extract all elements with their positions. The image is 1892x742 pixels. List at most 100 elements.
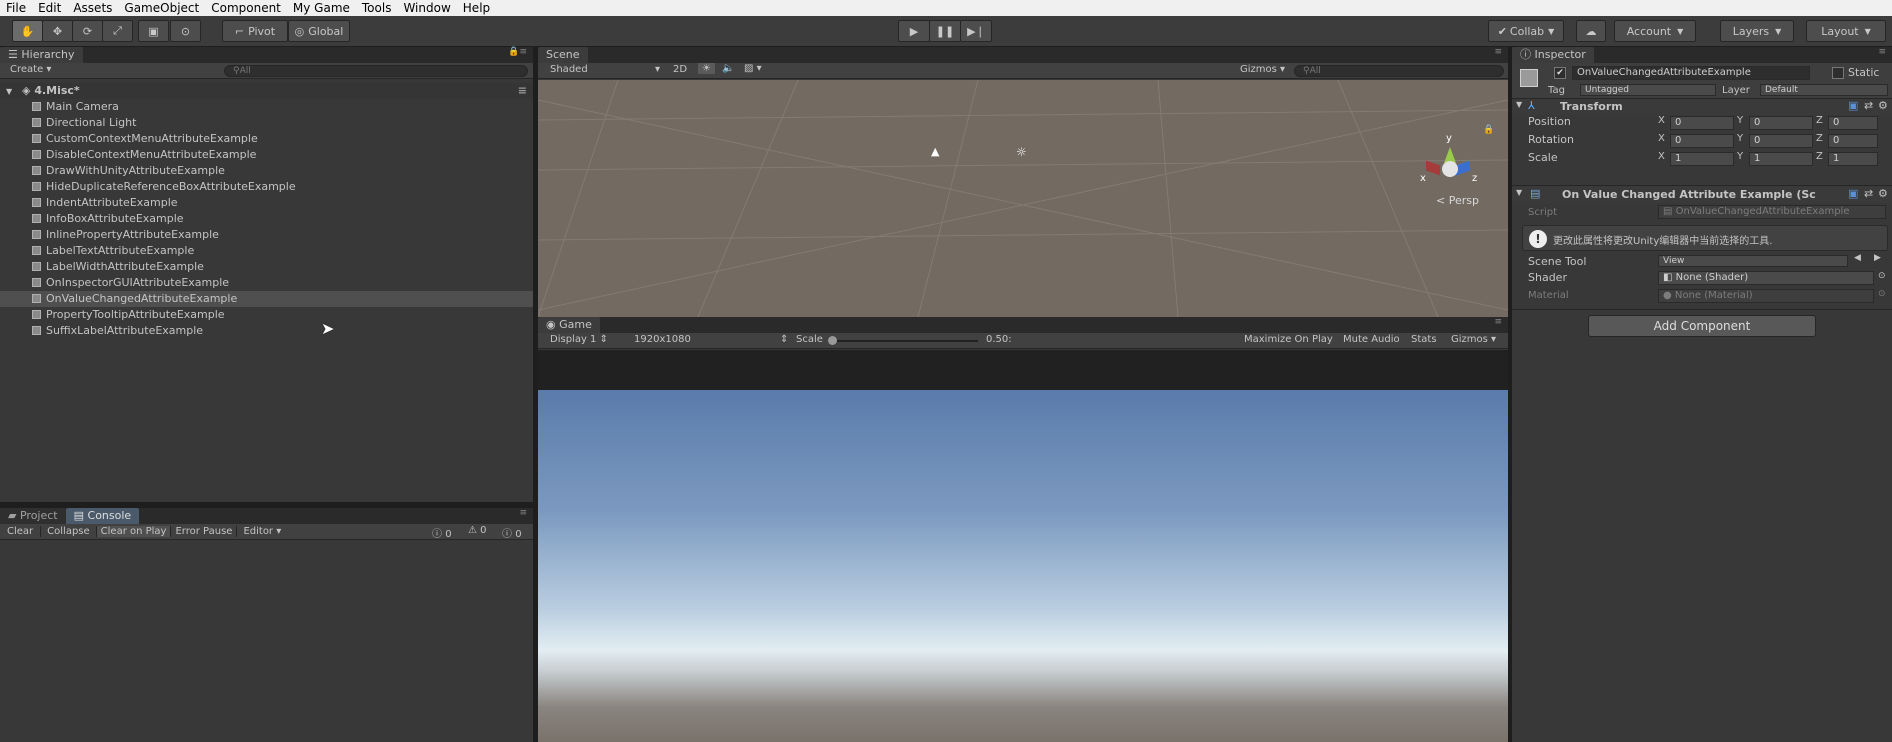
rotation-y-field[interactable]: 0 — [1749, 134, 1813, 148]
play-button[interactable]: ▶ — [898, 20, 930, 42]
collapse-button[interactable]: Collapse — [41, 526, 97, 537]
light-gizmo-icon[interactable]: ☼ — [1016, 145, 1027, 159]
hierarchy-row[interactable]: PropertyTooltipAttributeExample — [0, 307, 533, 323]
shader-field[interactable]: ◧ None (Shader) — [1658, 271, 1874, 285]
move-tool-button[interactable]: ✥ — [42, 20, 73, 42]
layer-dropdown[interactable]: Default — [1760, 84, 1888, 96]
clear-button[interactable]: Clear — [0, 526, 42, 537]
preset-icon[interactable]: ⇄ — [1864, 99, 1873, 112]
menu-edit[interactable]: Edit — [32, 0, 67, 16]
arrow-left-icon[interactable]: ◀ — [1854, 253, 1861, 263]
scale-z-field[interactable]: 1 — [1828, 152, 1878, 166]
hierarchy-row[interactable]: Directional Light — [0, 115, 533, 131]
object-picker-icon[interactable]: ⊙ — [1878, 271, 1886, 281]
scale-tool-button[interactable]: ⤢ — [102, 20, 133, 42]
tag-dropdown[interactable]: Untagged — [1580, 84, 1716, 96]
collab-dropdown[interactable]: ✔ Collab ▼ — [1488, 20, 1564, 42]
global-toggle[interactable]: ◎ Global — [288, 20, 350, 42]
menu-file[interactable]: File — [0, 0, 32, 16]
menu-window[interactable]: Window — [397, 0, 456, 16]
component-header[interactable]: ▼ ▤ On Value Changed Attribute Example (… — [1512, 185, 1892, 203]
scale-x-field[interactable]: 1 — [1670, 152, 1734, 166]
tab-project[interactable]: ▰ Project — [0, 508, 66, 524]
layers-dropdown[interactable]: Layers ▼ — [1720, 20, 1794, 42]
error-count-toggle[interactable]: ⓘ 0 — [432, 525, 452, 540]
hierarchy-row[interactable]: OnInspectorGUIAttributeExample — [0, 275, 533, 291]
menu-assets[interactable]: Assets — [67, 0, 118, 16]
scale-slider-track[interactable] — [828, 340, 978, 342]
transform-header[interactable]: ▼ ⅄ Transform ▣ ⇄ ⚙ — [1512, 99, 1892, 115]
maximize-on-play-toggle[interactable]: Maximize On Play — [1244, 334, 1333, 345]
hierarchy-row[interactable]: SuffixLabelAttributeExample — [0, 323, 533, 339]
rotation-x-field[interactable]: 0 — [1670, 134, 1734, 148]
tab-console[interactable]: ▤ Console — [65, 508, 140, 524]
hierarchy-row[interactable]: LabelTextAttributeExample — [0, 243, 533, 259]
scene-viewport[interactable] — [538, 80, 1508, 317]
gear-icon[interactable]: ⚙ — [1878, 187, 1888, 200]
hierarchy-row[interactable]: Main Camera — [0, 99, 533, 115]
position-y-field[interactable]: 0 — [1749, 116, 1813, 130]
arrow-right-icon[interactable]: ▶ — [1874, 253, 1881, 263]
panel-menu-icon[interactable]: ≡ — [1494, 317, 1502, 327]
hierarchy-row[interactable]: HideDuplicateReferenceBoxAttributeExampl… — [0, 179, 533, 195]
lighting-toggle[interactable]: ☀ — [698, 63, 715, 74]
rect-tool-button[interactable]: ▣ — [138, 20, 169, 42]
hierarchy-search-input[interactable]: ⚲All — [224, 65, 528, 77]
warning-count-toggle[interactable]: ⚠ 0 — [468, 525, 487, 536]
effects-dropdown[interactable]: ▨ ▾ — [744, 63, 762, 74]
menu-my-game[interactable]: My Game — [287, 0, 356, 16]
log-count-toggle[interactable]: ⓘ 0 — [502, 525, 522, 540]
hierarchy-row[interactable]: CustomContextMenuAttributeExample — [0, 131, 533, 147]
hierarchy-row[interactable]: DisableContextMenuAttributeExample — [0, 147, 533, 163]
layout-dropdown[interactable]: Layout ▼ — [1806, 20, 1886, 42]
editor-dropdown[interactable]: Editor ▾ — [237, 526, 287, 537]
hierarchy-row[interactable]: InfoBoxAttributeExample — [0, 211, 533, 227]
menu-help[interactable]: Help — [457, 0, 496, 16]
stats-toggle[interactable]: Stats — [1411, 334, 1437, 345]
2d-toggle[interactable]: 2D — [673, 64, 687, 75]
shading-dropdown[interactable]: Shaded — [550, 64, 588, 75]
menu-tools[interactable]: Tools — [356, 0, 398, 16]
hierarchy-row[interactable]: OnValueChangedAttributeExample — [0, 291, 533, 307]
scale-slider-thumb[interactable] — [828, 336, 837, 345]
transform-tool-button[interactable]: ⊙ — [170, 20, 201, 42]
hierarchy-row[interactable]: LabelWidthAttributeExample — [0, 259, 533, 275]
audio-toggle[interactable]: 🔈 — [722, 63, 734, 74]
tab-hierarchy[interactable]: ☰ Hierarchy — [0, 47, 83, 63]
camera-gizmo-icon[interactable]: ▲ — [931, 145, 939, 158]
position-x-field[interactable]: 0 — [1670, 116, 1734, 130]
scale-y-field[interactable]: 1 — [1749, 152, 1813, 166]
panel-menu-icon[interactable]: ≡ — [1878, 47, 1886, 57]
gear-icon[interactable]: ⚙ — [1878, 99, 1888, 112]
scene-search-input[interactable]: ⚲All — [1294, 65, 1504, 77]
clear-on-play-button[interactable]: Clear on Play — [96, 526, 172, 537]
hierarchy-row[interactable]: DrawWithUnityAttributeExample — [0, 163, 533, 179]
game-gizmos-dropdown[interactable]: Gizmos ▾ — [1451, 334, 1496, 345]
gizmos-dropdown[interactable]: Gizmos ▾ — [1240, 64, 1285, 75]
lock-icon[interactable]: 🔒 — [1483, 125, 1494, 135]
menu-component[interactable]: Component — [205, 0, 287, 16]
gameobject-name-field[interactable]: OnValueChangedAttributeExample — [1572, 66, 1810, 80]
error-pause-button[interactable]: Error Pause — [171, 526, 238, 537]
scene-root-row[interactable]: ▼ ◈ 4.Misc* ≡ — [0, 83, 533, 99]
active-checkbox[interactable]: ✔ — [1554, 67, 1566, 79]
orientation-gizmo[interactable]: y x z — [1420, 133, 1480, 203]
help-icon[interactable]: ▣ — [1848, 99, 1858, 112]
step-button[interactable]: ▶❘ — [960, 20, 992, 42]
create-dropdown[interactable]: Create ▾ — [10, 64, 51, 75]
mute-audio-toggle[interactable]: Mute Audio — [1343, 334, 1400, 345]
persp-toggle[interactable]: < Persp — [1436, 194, 1479, 207]
panel-menu-icon[interactable]: ≡ — [519, 508, 527, 518]
hierarchy-row[interactable]: IndentAttributeExample — [0, 195, 533, 211]
hand-tool-button[interactable]: ✋ — [12, 20, 43, 42]
preset-icon[interactable]: ⇄ — [1864, 187, 1873, 200]
pivot-toggle[interactable]: ⌐ Pivot — [222, 20, 288, 42]
tab-inspector[interactable]: ⓘ Inspector — [1512, 47, 1594, 63]
account-dropdown[interactable]: Account ▼ — [1614, 20, 1696, 42]
panel-menu-icon[interactable]: 🔒≡ — [508, 47, 527, 57]
rotate-tool-button[interactable]: ⟳ — [72, 20, 103, 42]
hierarchy-row[interactable]: InlinePropertyAttributeExample — [0, 227, 533, 243]
game-viewport[interactable] — [538, 390, 1508, 742]
tab-scene[interactable]: Scene — [538, 47, 588, 63]
rotation-z-field[interactable]: 0 — [1828, 134, 1878, 148]
